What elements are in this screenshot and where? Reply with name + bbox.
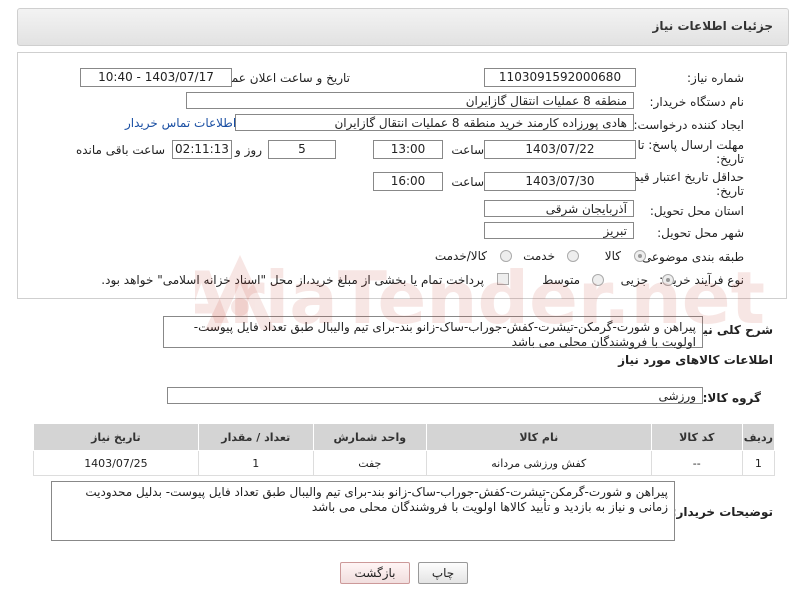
city-field: تبریز	[484, 222, 634, 239]
buyer-notes-label: توضیحات خریدار:	[671, 505, 773, 519]
goods-group-field: ورزشی	[167, 387, 703, 404]
summary-text: پیراهن و شورت-گرمکن-تیشرت-کفش-جوراب-ساک-…	[163, 316, 703, 349]
validity-time-field: 16:00	[373, 172, 443, 191]
deadline-time-field: 13:00	[373, 140, 443, 159]
col-goods-code: کد کالا	[650, 423, 743, 451]
buyer-notes-text: پیراهن و شورت-گرمکن-تیشرت-کفش-جوراب-ساک-…	[51, 481, 675, 541]
deadline-label: مهلت ارسال پاسخ: تا	[637, 138, 744, 152]
days-remaining-field: 5	[268, 140, 336, 159]
goods-group-label: گروه کالا:	[702, 391, 761, 405]
validity-date-label: تاریخ:	[716, 184, 744, 198]
deadline-date-field: 1403/07/22	[484, 140, 636, 159]
city-label: شهر محل تحویل:	[657, 226, 744, 240]
watermark-logo-dot	[231, 298, 249, 316]
treasury-payment-checkbox[interactable]	[497, 273, 509, 285]
creator-label: ایجاد کننده درخواست:	[633, 118, 744, 132]
need-number-field: 1103091592000680	[484, 68, 636, 87]
deadline-hour-label: ساعت	[451, 143, 484, 157]
cell-unit: جفت	[312, 450, 427, 476]
col-quantity: تعداد / مقدار	[197, 423, 314, 451]
page-header: جزئیات اطلاعات نیاز	[17, 8, 789, 46]
process-option-medium: متوسط	[542, 273, 580, 287]
process-option-minor: جزیی	[620, 273, 648, 287]
process-radio-minor[interactable]	[662, 274, 674, 286]
time-remaining-field: 02:11:13	[172, 140, 232, 159]
table-row: 1 -- کفش ورزشی مردانه جفت 1 1403/07/25	[33, 450, 776, 476]
announce-date-field: 1403/07/17 - 10:40	[80, 68, 232, 87]
cell-goods-name: کفش ورزشی مردانه	[425, 450, 652, 476]
col-row-number: ردیف	[741, 423, 776, 451]
cell-quantity: 1	[197, 450, 314, 476]
page-title: جزئیات اطلاعات نیاز	[652, 19, 773, 33]
print-button[interactable]: چاپ	[418, 562, 468, 584]
col-need-date: تاریخ نیاز	[33, 423, 199, 451]
cell-row-number: 1	[741, 450, 776, 476]
goods-table: ردیف کد کالا نام کالا واحد شمارش تعداد /…	[33, 423, 776, 476]
validity-hour-label: ساعت	[451, 175, 484, 189]
category-radio-service[interactable]	[567, 250, 579, 262]
category-option-goods-service: کالا/خدمت	[434, 249, 487, 263]
col-unit: واحد شمارش	[312, 423, 427, 451]
validity-date-field: 1403/07/30	[484, 172, 636, 191]
category-label: طبقه بندی موضوعی:	[637, 250, 744, 264]
deadline-date-label: تاریخ:	[716, 152, 744, 166]
treasury-payment-note: پرداخت تمام یا بخشی از مبلغ خرید،از محل …	[101, 273, 484, 287]
category-option-service: خدمت	[523, 249, 555, 263]
buyer-contact-link[interactable]: اطلاعات تماس خریدار	[125, 116, 236, 130]
category-radio-goods-service[interactable]	[500, 250, 512, 262]
buyer-org-label: نام دستگاه خریدار:	[649, 95, 745, 109]
cell-goods-code: --	[650, 450, 743, 476]
days-label: روز و	[235, 143, 262, 157]
cell-need-date: 1403/07/25	[33, 450, 199, 476]
buyer-org-field: منطقه 8 عملیات انتقال گازایران	[186, 92, 634, 109]
category-option-goods: کالا	[604, 249, 621, 263]
province-field: آذربایجان شرقی	[484, 200, 634, 217]
creator-field: هادی پورزاده کارمند خرید منطقه 8 عملیات …	[235, 114, 634, 131]
col-goods-name: نام کالا	[425, 423, 652, 451]
category-radio-goods[interactable]	[634, 250, 646, 262]
time-remaining-label: ساعت باقی مانده	[75, 143, 165, 157]
need-number-label: شماره نیاز:	[687, 71, 744, 85]
province-label: استان محل تحویل:	[649, 204, 744, 218]
goods-table-header: ردیف کد کالا نام کالا واحد شمارش تعداد /…	[33, 423, 776, 451]
back-button[interactable]: بازگشت	[340, 562, 410, 584]
process-radio-medium[interactable]	[592, 274, 604, 286]
goods-section-title: اطلاعات کالاهای مورد نیاز	[618, 353, 773, 367]
